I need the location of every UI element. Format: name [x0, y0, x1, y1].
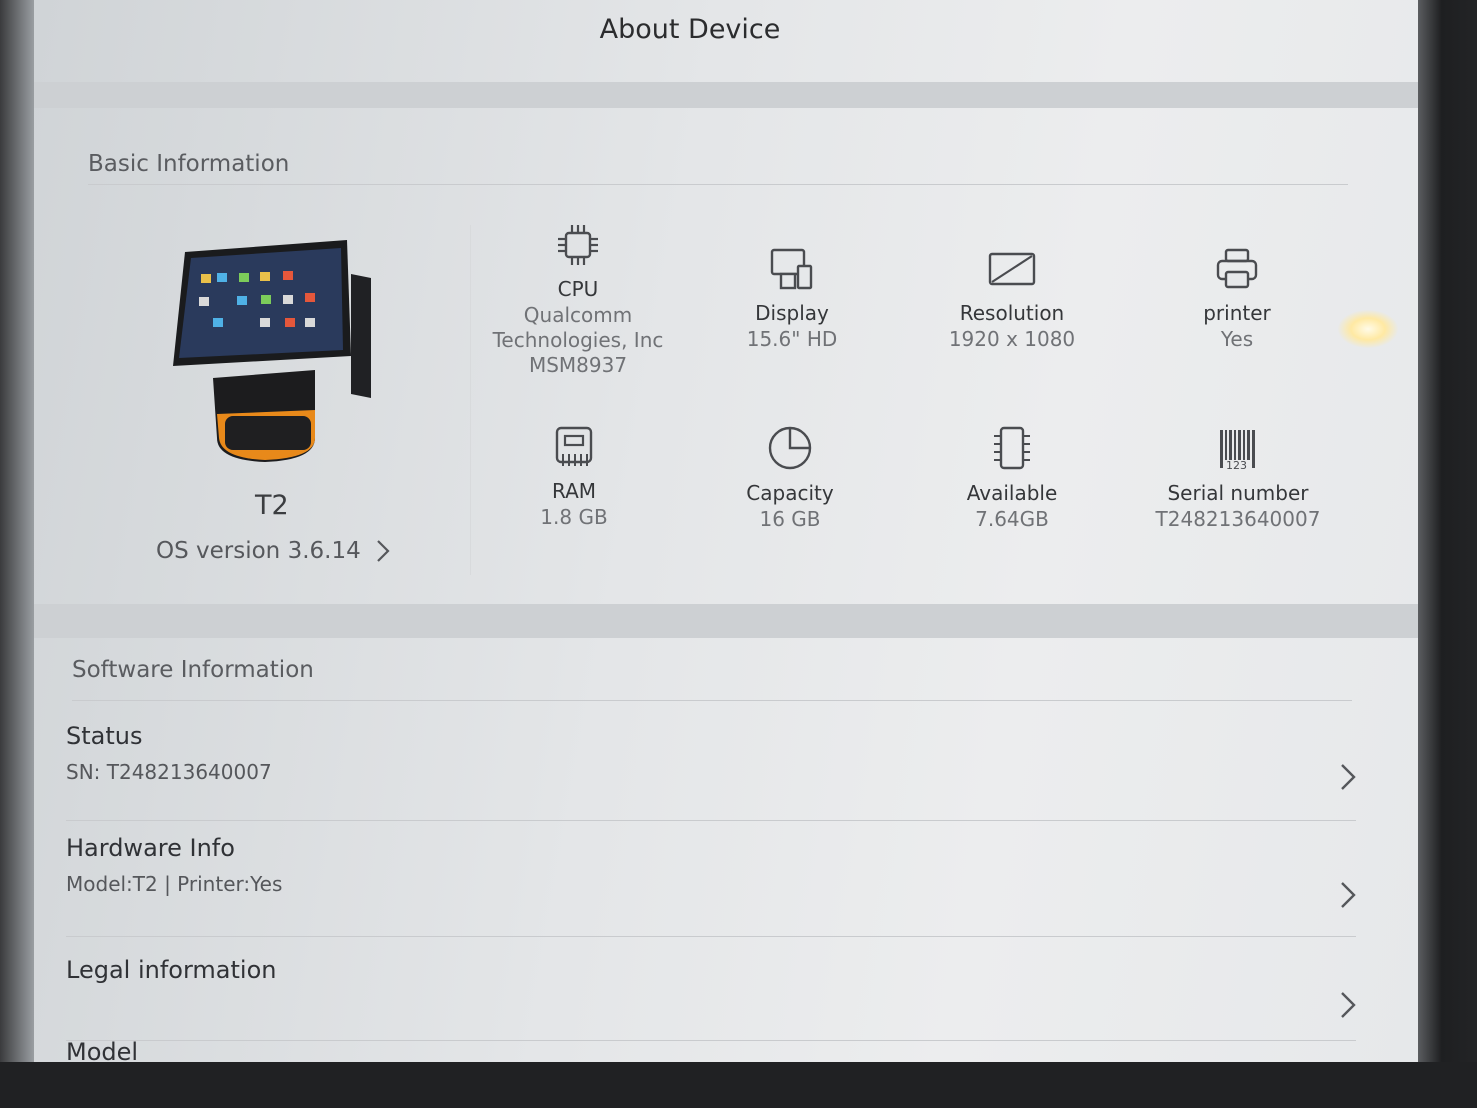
- hardware-info-row[interactable]: Hardware Info Model:T2 | Printer:Yes: [66, 834, 1366, 896]
- spec-display: Display 15.6" HD: [682, 246, 902, 352]
- barcode-icon: 123: [1220, 430, 1255, 472]
- row-divider: [66, 936, 1356, 937]
- spec-available-value: 7.64GB: [975, 507, 1049, 531]
- os-version-label: OS version 3.6.14: [156, 538, 361, 564]
- spec-resolution: Resolution 1920 x 1080: [902, 246, 1122, 352]
- software-info-rule: [72, 700, 1352, 701]
- spec-ram: RAM 1.8 GB: [464, 424, 684, 530]
- cpu-icon: [558, 225, 598, 265]
- chevron-right-icon[interactable]: [1338, 880, 1358, 910]
- spec-available: Available 7.64GB: [902, 424, 1122, 532]
- resolution-icon: [988, 252, 1036, 286]
- spec-capacity-label: Capacity: [746, 481, 834, 505]
- hardware-info-subtitle: Model:T2 | Printer:Yes: [66, 872, 283, 896]
- status-subtitle: SN: T248213640007: [66, 760, 272, 784]
- header-divider: [34, 82, 1425, 108]
- spec-resolution-value: 1920 x 1080: [948, 327, 1076, 351]
- page-title: About Device: [599, 14, 781, 45]
- device-bezel-right: [1418, 0, 1477, 1108]
- chevron-right-icon[interactable]: [1338, 762, 1358, 792]
- device-image: [173, 240, 371, 462]
- legal-information-title: Legal information: [66, 956, 277, 984]
- spec-capacity: Capacity 16 GB: [680, 424, 900, 532]
- status-row[interactable]: Status SN: T248213640007: [66, 722, 1366, 784]
- spec-capacity-value: 16 GB: [759, 507, 821, 531]
- status-title: Status: [66, 722, 143, 750]
- spec-serial-number-value: T248213640007: [1155, 507, 1321, 531]
- spec-display-value: 15.6" HD: [746, 327, 838, 351]
- screen: About Device Basic Information T2 OS ver…: [0, 0, 1425, 1108]
- software-info-heading: Software Information: [72, 657, 314, 683]
- screen-glare: [1338, 310, 1398, 348]
- hardware-info-title: Hardware Info: [66, 834, 235, 862]
- spec-ram-value: 1.8 GB: [540, 505, 608, 529]
- basic-info-rule: [88, 184, 1348, 185]
- device-bezel-bottom: [0, 1062, 1477, 1108]
- printer-icon: [1216, 248, 1258, 289]
- svg-text:123: 123: [1226, 459, 1247, 472]
- capacity-icon: [768, 426, 812, 470]
- legal-information-row[interactable]: Legal information: [66, 956, 1366, 984]
- spec-cpu: CPU Qualcomm Technologies, Inc MSM8937: [468, 222, 688, 378]
- chevron-right-icon: [376, 540, 390, 562]
- spec-available-label: Available: [966, 481, 1058, 505]
- spec-printer: printer Yes: [1127, 246, 1347, 352]
- available-icon: [994, 426, 1030, 470]
- spec-display-label: Display: [755, 301, 829, 325]
- spec-ram-label: RAM: [551, 479, 597, 503]
- spec-printer-value: Yes: [1220, 327, 1254, 351]
- device-name: T2: [255, 490, 289, 521]
- spec-serial-number-label: Serial number: [1167, 481, 1309, 505]
- spec-serial-number: 123 Serial number T248213640007: [1128, 426, 1348, 532]
- display-icon: [770, 248, 813, 290]
- spec-resolution-label: Resolution: [959, 301, 1065, 325]
- spec-printer-label: printer: [1203, 301, 1271, 325]
- basic-info-heading: Basic Information: [88, 151, 290, 177]
- section-divider: [14, 604, 1425, 638]
- ram-icon: [555, 426, 593, 466]
- os-version-link[interactable]: OS version 3.6.14: [156, 538, 391, 564]
- row-divider: [66, 820, 1356, 821]
- chevron-right-icon[interactable]: [1338, 990, 1358, 1020]
- spec-cpu-value: Qualcomm Technologies, Inc MSM8937: [492, 303, 664, 377]
- device-bezel-left: [0, 0, 34, 1108]
- spec-cpu-label: CPU: [557, 277, 599, 301]
